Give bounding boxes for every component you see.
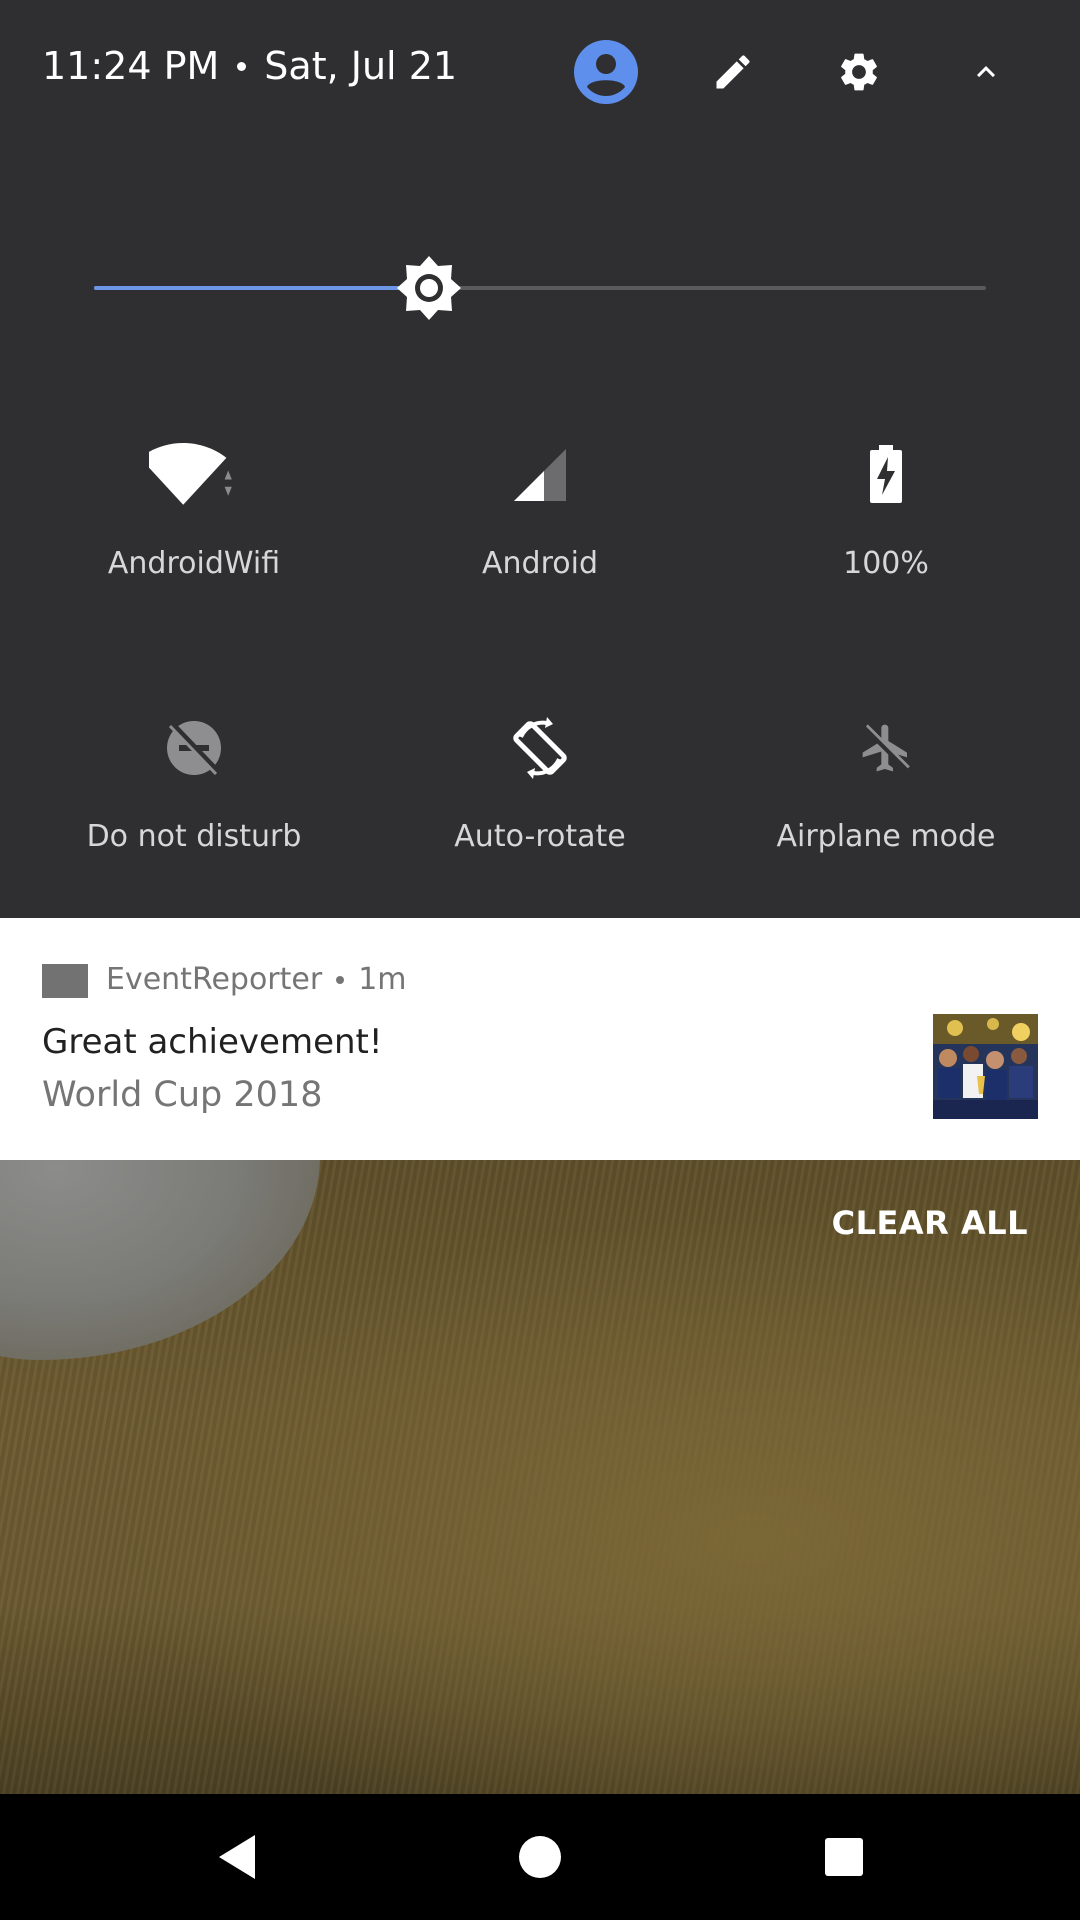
notification-card[interactable]: EventReporter 1m Great achievement! Worl… [0,918,1080,1160]
battery-charging-icon [841,430,931,520]
airplane-icon [841,703,931,793]
separator-dot [237,61,247,71]
quick-settings-panel: 11:24 PM Sat, Jul 21 AndroidWifi Android… [0,0,1080,918]
navigation-bar [0,1794,1080,1920]
tile-label: AndroidWifi [107,546,281,581]
user-button[interactable] [570,36,642,108]
clear-all-button[interactable]: CLEAR ALL [832,1204,1028,1242]
tile-auto-rotate[interactable]: Auto-rotate [367,703,713,903]
notification-title: Great achievement! [42,1022,383,1062]
tile-label: Auto-rotate [454,819,626,854]
tile-wifi[interactable]: AndroidWifi [21,430,367,630]
settings-icon [841,53,877,91]
tile-battery[interactable]: 100% [713,430,1059,630]
date-text: Sat, Jul 21 [264,44,458,88]
notification-header: EventReporter 1m [106,962,407,997]
app-name: EventReporter [106,962,323,997]
tile-label: Airplane mode [776,819,996,854]
auto-rotate-icon [495,703,585,793]
brightness-fill [94,286,429,290]
wave-foam [0,1160,320,1360]
home-button[interactable] [495,1812,585,1902]
date-time: 11:24 PM Sat, Jul 21 [42,44,457,88]
back-icon [219,1835,255,1879]
wifi-icon [149,430,239,520]
separator-dot [336,975,345,984]
tile-airplane-mode[interactable]: Airplane mode [713,703,1059,903]
collapse-button[interactable] [950,36,1022,108]
user-icon [574,40,638,104]
settings-button[interactable] [823,36,895,108]
tile-label: Android [482,546,598,581]
screen: 11:24 PM Sat, Jul 21 AndroidWifi Android… [0,0,1080,1920]
back-button[interactable] [193,1812,283,1902]
tile-label: 100% [843,546,929,581]
clock-time: 11:24 PM [42,44,220,88]
brightness-thumb[interactable] [395,254,463,322]
tile-label: Do not disturb [86,819,302,854]
tile-do-not-disturb[interactable]: Do not disturb [21,703,367,903]
do-not-disturb-icon [149,703,239,793]
edit-button[interactable] [697,36,769,108]
notification-thumbnail-image [933,1014,1038,1119]
wallpaper-image: CLEAR ALL [0,1160,1080,1794]
cellular-signal-icon [495,430,585,520]
tile-cellular[interactable]: Android [367,430,713,630]
recents-icon [825,1838,863,1876]
collapse-icon [977,66,995,78]
quick-settings-header: 11:24 PM Sat, Jul 21 [0,0,1080,140]
brightness-icon [397,256,461,320]
recents-button[interactable] [799,1812,889,1902]
notification-text: World Cup 2018 [42,1075,323,1115]
home-icon [519,1836,561,1878]
edit-icon [716,55,750,89]
notification-time: 1m [358,962,407,997]
app-icon [42,964,88,998]
